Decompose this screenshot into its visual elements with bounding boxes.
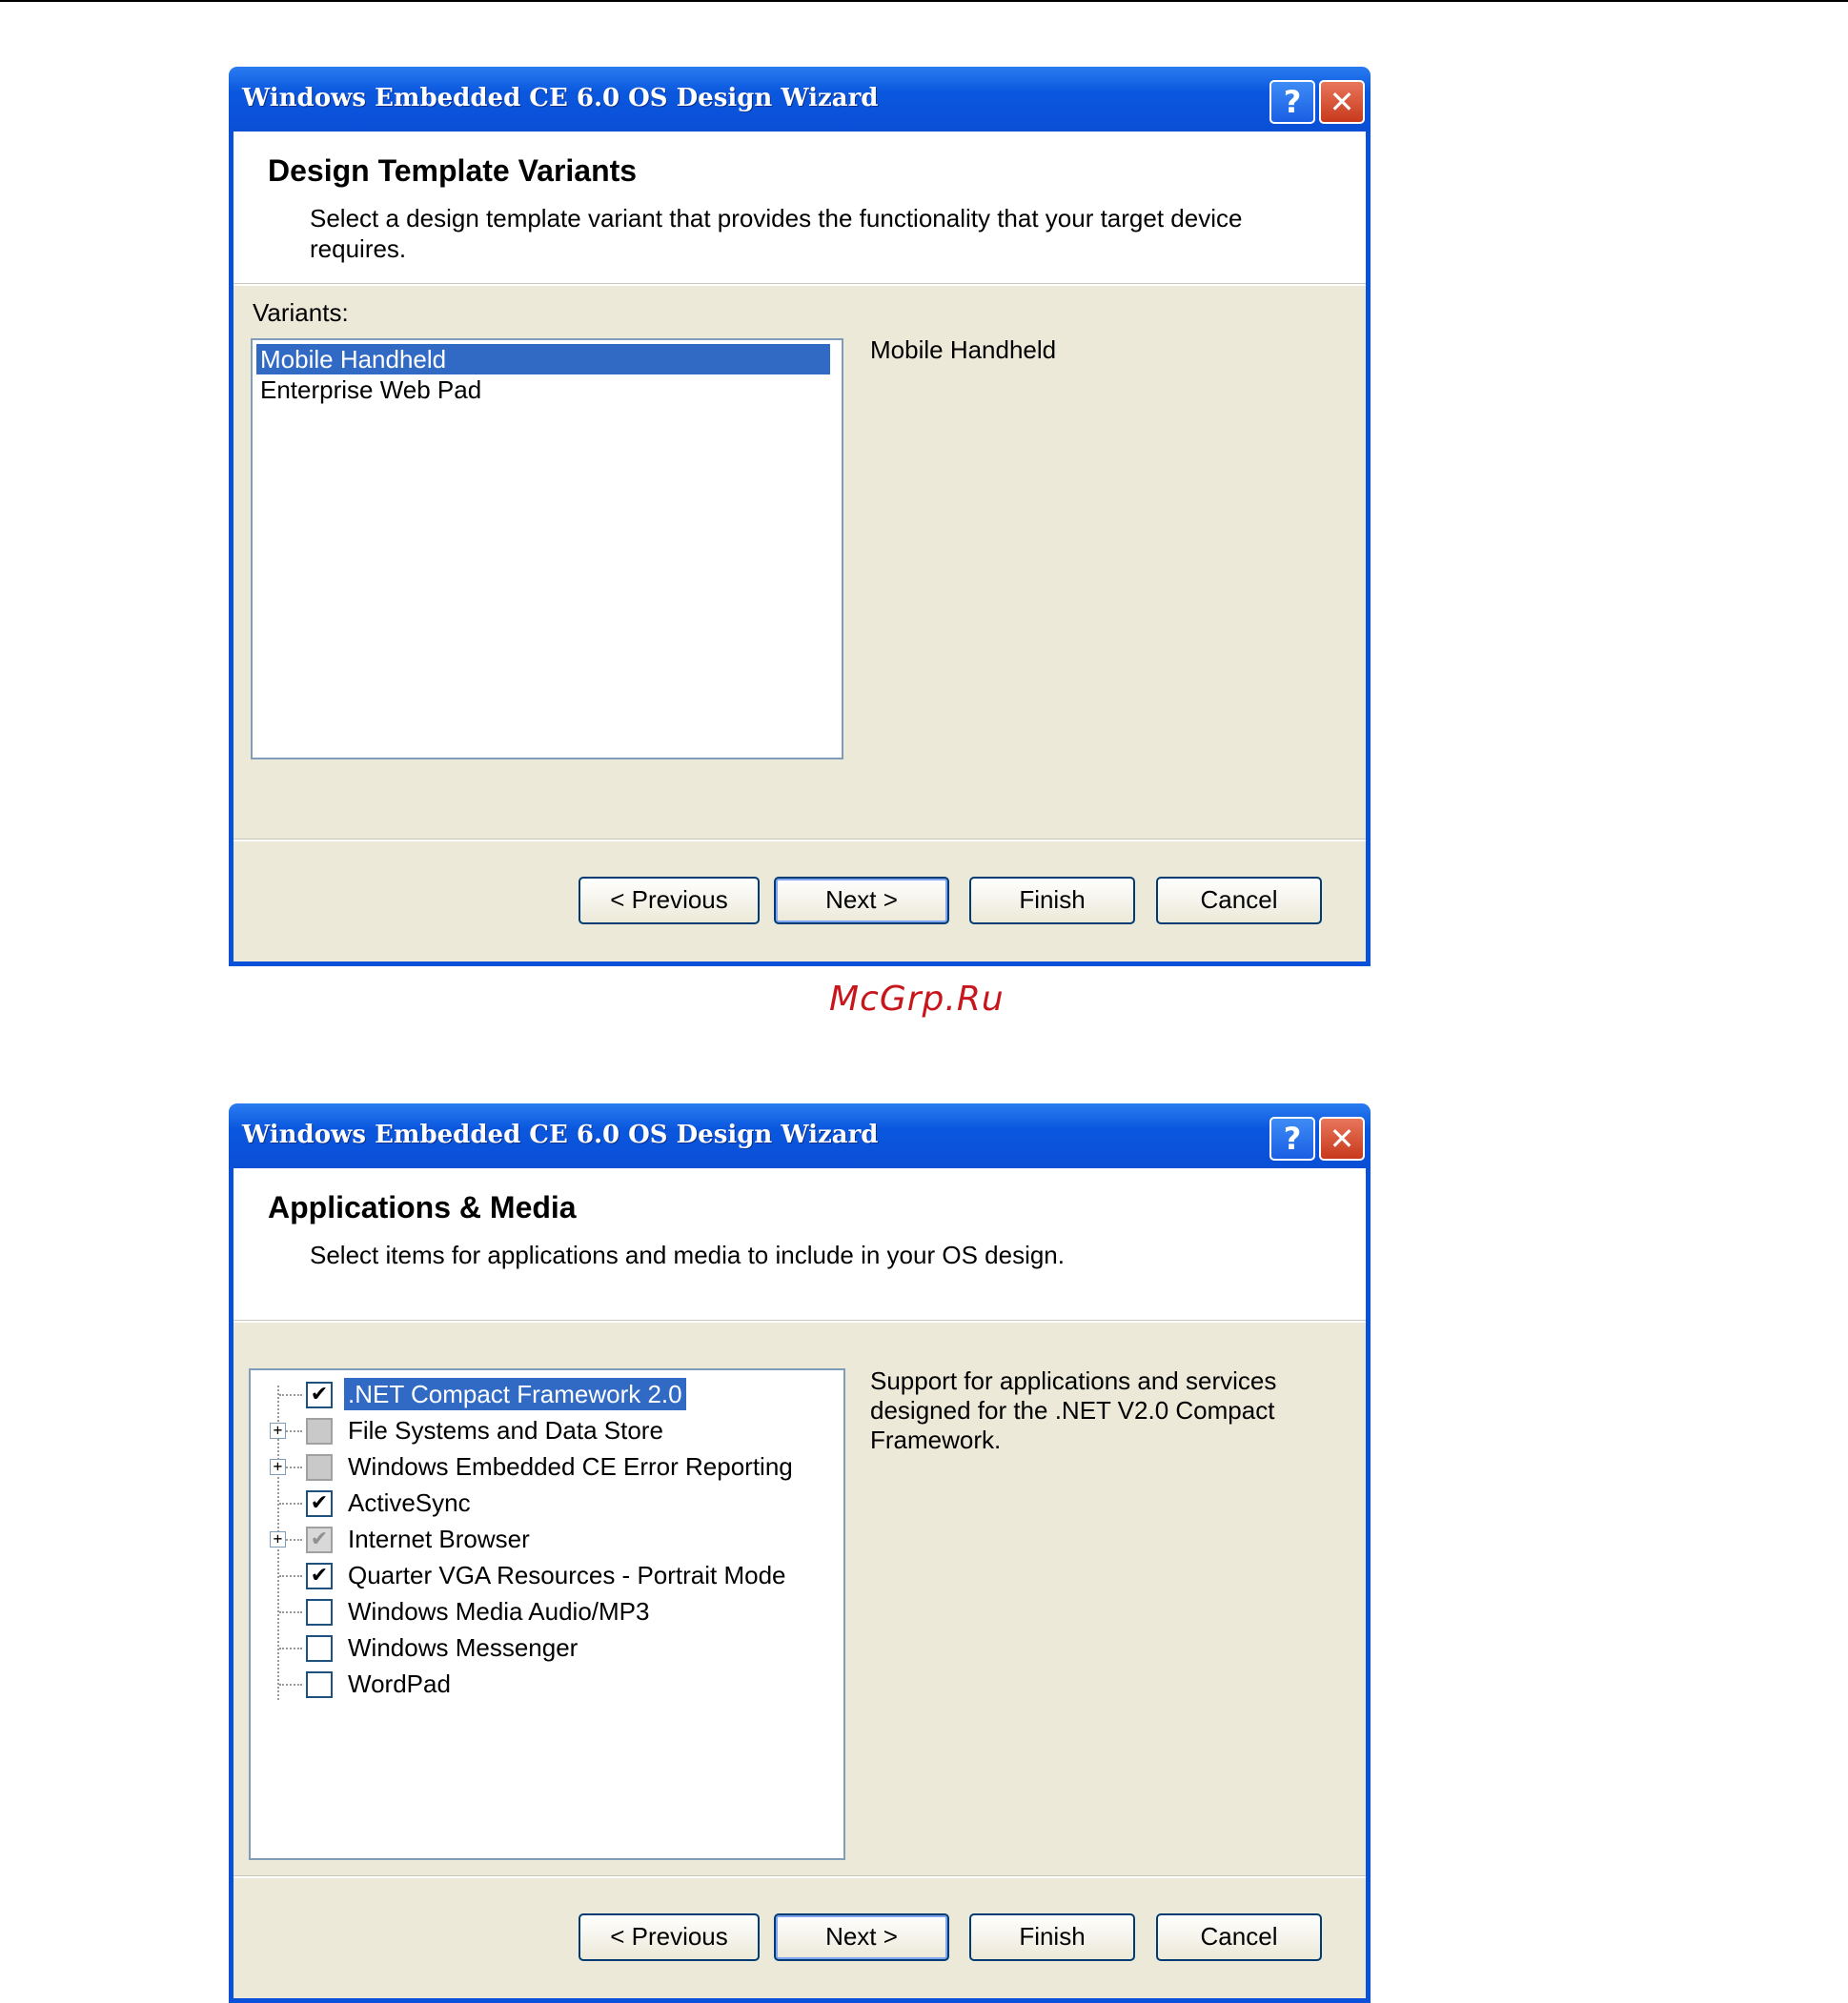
variant-item-enterprise-web-pad[interactable]: Enterprise Web Pad — [256, 374, 481, 405]
variant-description: Mobile Handheld — [870, 335, 1057, 364]
checkbox[interactable] — [306, 1418, 333, 1445]
previous-button[interactable]: < Previous — [579, 1913, 760, 1961]
tree-item[interactable]: Windows Messenger — [251, 1629, 842, 1666]
wizard-header: Applications & Media Select items for ap… — [234, 1168, 1366, 1320]
variants-listbox[interactable]: Mobile Handheld Enterprise Web Pad — [251, 338, 843, 759]
expand-icon[interactable]: + — [270, 1459, 286, 1475]
next-button[interactable]: Next > — [774, 877, 949, 924]
tree-item[interactable]: ✔ Quarter VGA Resources - Portrait Mode — [251, 1557, 842, 1593]
tree-item-label[interactable]: File Systems and Data Store — [344, 1414, 667, 1447]
close-button[interactable]: ✕ — [1319, 80, 1365, 124]
variants-label: Variants: — [253, 298, 349, 327]
tree-connector — [279, 1575, 302, 1577]
checkbox[interactable] — [306, 1635, 333, 1662]
checkbox[interactable]: ✔ — [306, 1490, 333, 1517]
page-title: Design Template Variants — [268, 153, 638, 188]
checkbox[interactable] — [306, 1454, 333, 1481]
wizard-dialog-variants: Windows Embedded CE 6.0 OS Design Wizard… — [229, 67, 1371, 966]
footer-divider — [234, 839, 1366, 841]
cancel-button[interactable]: Cancel — [1156, 1913, 1322, 1961]
help-icon: ? — [1283, 84, 1302, 120]
header-divider — [234, 1320, 1366, 1323]
finish-button[interactable]: Finish — [969, 877, 1135, 924]
watermark: McGrp.Ru — [829, 980, 1005, 1019]
page-description: Select items for applications and media … — [310, 1241, 1065, 1269]
header-divider — [234, 283, 1366, 286]
next-button[interactable]: Next > — [774, 1913, 949, 1961]
checkbox[interactable]: ✔ — [306, 1563, 333, 1589]
previous-button[interactable]: < Previous — [579, 877, 760, 924]
tree-connector — [279, 1648, 302, 1649]
tree-item-label[interactable]: Windows Embedded CE Error Reporting — [344, 1450, 797, 1483]
close-button[interactable]: ✕ — [1319, 1117, 1365, 1161]
expand-icon[interactable]: + — [270, 1531, 286, 1548]
component-tree[interactable]: ✔ .NET Compact Framework 2.0 + File Syst… — [249, 1368, 845, 1860]
checkbox[interactable]: ✔ — [306, 1527, 333, 1553]
checkbox[interactable] — [306, 1671, 333, 1698]
tree-connector — [279, 1503, 302, 1505]
close-icon: ✕ — [1329, 84, 1355, 120]
footer-divider — [234, 1875, 1366, 1878]
window-title: Windows Embedded CE 6.0 OS Design Wizard — [242, 1121, 879, 1149]
page-description: Select a design template variant that pr… — [310, 204, 1243, 263]
tree-item[interactable]: + ✔ Internet Browser — [251, 1521, 842, 1557]
top-rule — [0, 0, 1848, 2]
tree-item-label[interactable]: Windows Messenger — [344, 1631, 581, 1664]
tree-connector — [279, 1611, 302, 1613]
variant-item-mobile-handheld[interactable]: Mobile Handheld — [256, 344, 830, 374]
tree-connector — [279, 1394, 302, 1396]
tree-item-label[interactable]: ActiveSync — [344, 1487, 475, 1519]
tree-item[interactable]: WordPad — [251, 1666, 842, 1702]
help-icon: ? — [1283, 1121, 1302, 1157]
tree-item[interactable]: ✔ ActiveSync — [251, 1485, 842, 1521]
tree-item-label[interactable]: WordPad — [344, 1668, 455, 1700]
title-bar[interactable]: Windows Embedded CE 6.0 OS Design Wizard… — [229, 67, 1371, 132]
expand-icon[interactable]: + — [270, 1423, 286, 1439]
tree-item-label[interactable]: Quarter VGA Resources - Portrait Mode — [344, 1559, 790, 1591]
tree-item[interactable]: + File Systems and Data Store — [251, 1412, 842, 1448]
tree-item-label[interactable]: Internet Browser — [344, 1523, 534, 1555]
dialog-body: Applications & Media Select items for ap… — [234, 1168, 1366, 1998]
tree-item[interactable]: + Windows Embedded CE Error Reporting — [251, 1448, 842, 1485]
checkbox[interactable]: ✔ — [306, 1382, 333, 1408]
page-title: Applications & Media — [268, 1190, 577, 1224]
help-button[interactable]: ? — [1269, 80, 1315, 124]
close-icon: ✕ — [1329, 1121, 1355, 1157]
checkbox[interactable] — [306, 1599, 333, 1626]
tree-item-label[interactable]: Windows Media Audio/MP3 — [344, 1595, 653, 1628]
item-description: Support for applications and services de… — [870, 1366, 1277, 1454]
tree-item-label[interactable]: .NET Compact Framework 2.0 — [344, 1378, 686, 1410]
wizard-dialog-applications: Windows Embedded CE 6.0 OS Design Wizard… — [229, 1103, 1371, 2003]
title-bar[interactable]: Windows Embedded CE 6.0 OS Design Wizard… — [229, 1103, 1371, 1168]
tree-item[interactable]: ✔ .NET Compact Framework 2.0 — [251, 1376, 842, 1412]
finish-button[interactable]: Finish — [969, 1913, 1135, 1961]
cancel-button[interactable]: Cancel — [1156, 877, 1322, 924]
dialog-body: Design Template Variants Select a design… — [234, 132, 1366, 961]
help-button[interactable]: ? — [1269, 1117, 1315, 1161]
tree-connector — [279, 1684, 302, 1686]
tree-item[interactable]: Windows Media Audio/MP3 — [251, 1593, 842, 1629]
wizard-header: Design Template Variants Select a design… — [234, 132, 1366, 283]
window-title: Windows Embedded CE 6.0 OS Design Wizard — [242, 84, 879, 112]
